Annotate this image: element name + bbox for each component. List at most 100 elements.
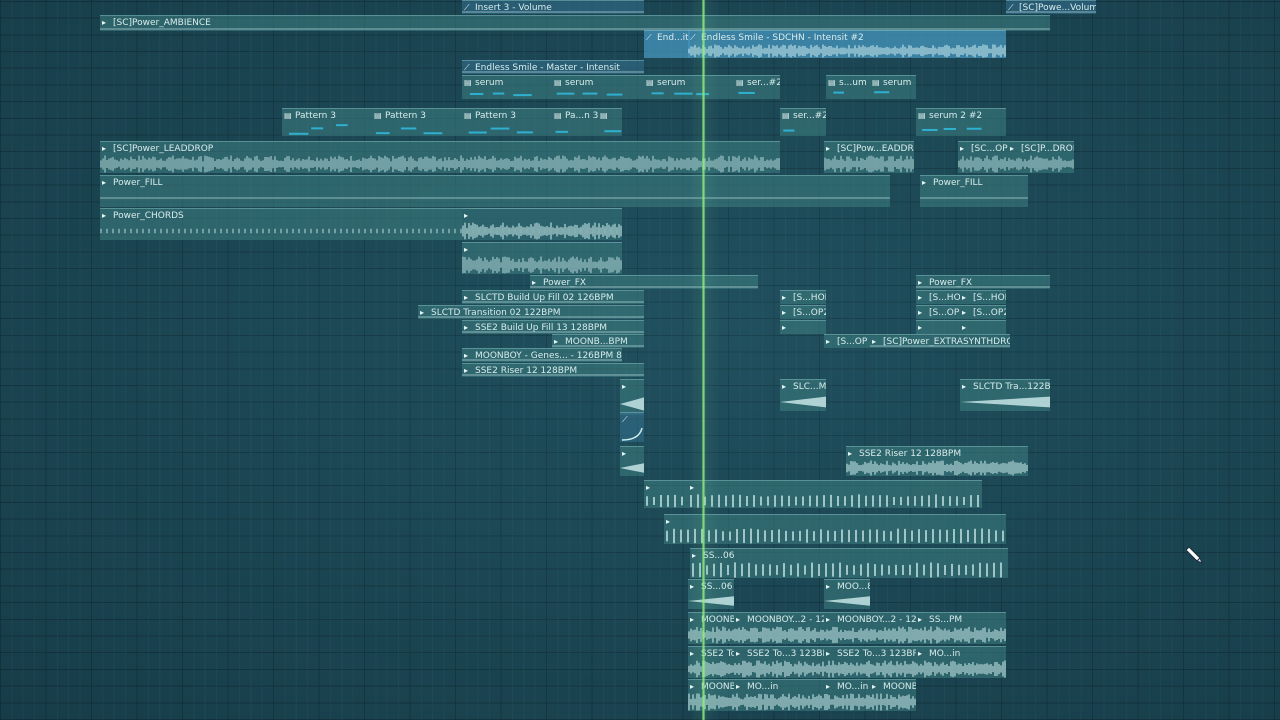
playlist-clip[interactable]: ▸ MO...in (824, 679, 870, 711)
clip-name: SLC...M (793, 382, 826, 392)
pattern-clip-icon: ▤ (828, 78, 836, 87)
playlist-clip[interactable]: ⟋ Endless Smile - Master - Intensit (462, 60, 644, 74)
playlist-clip[interactable]: ⟋Endless Smile - SDCHN - Intensit #2 (688, 30, 1006, 58)
playlist-clip[interactable]: ▸ (620, 446, 644, 476)
clip-name: MO...in (837, 682, 869, 692)
playlist-clip[interactable]: ▸ MO...in (734, 679, 824, 711)
playlist-clip[interactable]: ▸ MOO...8 (824, 579, 870, 609)
audio-clip-icon: ▸ (782, 323, 787, 332)
clip-waveform (734, 693, 824, 711)
playlist-clip[interactable]: ▸ [S...HOP (960, 290, 1006, 304)
clip-waveform (738, 91, 755, 94)
clip-waveform (870, 693, 916, 711)
audio-clip-icon: ▸ (872, 682, 877, 691)
playlist-clip[interactable]: ▸ [S...OP2 (780, 305, 826, 319)
audio-clip-icon: ▸ (102, 144, 107, 153)
playlist-clip[interactable]: ▤ serum (870, 75, 916, 99)
playlist-clip[interactable]: ▸ SLC...M (780, 379, 826, 411)
playlist-clip[interactable]: ▤ ser...#2 (780, 108, 826, 136)
clip-name: [SC]Power_LEADDROP (113, 144, 214, 154)
playlist-clip[interactable]: ▸ (780, 320, 826, 334)
playlist-clip[interactable]: ▸ SSE2 Riser 12 128BPM (462, 363, 644, 377)
pattern-clip-icon: ▤ (464, 78, 472, 87)
clip-label: ▸ Power_FILL (922, 176, 983, 190)
pattern-clip-icon: ▤ (918, 111, 926, 120)
playlist-clip[interactable]: ▸ Power_FILL (100, 175, 890, 207)
playlist-clip[interactable]: ▸ [SC]Power_LEADDROP (100, 141, 780, 173)
clip-waveform (922, 127, 982, 131)
clip-waveform (688, 44, 1006, 58)
playlist-clip[interactable]: ▸ Power_FX (530, 275, 758, 289)
playlist-clip[interactable]: ▤ serum (462, 75, 552, 99)
playlist-clip[interactable]: ▸ [SC]Power_AMBIENCE (100, 15, 1050, 31)
playlist-clip[interactable]: ▤ serum (552, 75, 644, 99)
playlist-clip[interactable]: ▤ (598, 108, 622, 136)
clip-label: ▸ (622, 447, 633, 461)
playhead[interactable] (702, 0, 705, 720)
clip-label: ▸ Power_FILL (102, 176, 163, 190)
playlist-clip[interactable]: ▸ [S...OP2 (960, 305, 1006, 319)
playlist-clip[interactable]: ▸ MOONBO...M G#Min (870, 679, 916, 711)
playlist-clip[interactable]: ▸ (916, 320, 960, 334)
playlist-clip[interactable]: ▸ MOONBOY...2 - 128 (734, 612, 824, 644)
playlist-clip[interactable]: ⟋ [SC]Powe...Volume (1006, 0, 1096, 14)
playlist-clip[interactable]: ▤ Pa...n 3 (552, 108, 598, 136)
playlist-clip[interactable]: ▸ SSE2 To...3 123BPM (824, 646, 916, 678)
playlist-clip[interactable]: ▸ (620, 379, 644, 415)
playlist-clip[interactable]: ▸ SSE2 To...3 123BPM (734, 646, 824, 678)
playlist-clip[interactable]: ▸ SLCTD Build Up Fill 02 126BPM (462, 290, 644, 304)
playlist-clip[interactable]: ⟋ End...it (644, 30, 690, 58)
audio-clip-icon: ▸ (736, 649, 741, 658)
clip-waveform (960, 396, 1050, 408)
playlist-clip[interactable]: ▸ [SC]Pow...EADDROP (824, 141, 914, 173)
playlist-clip[interactable]: ▤ Pattern 3 (372, 108, 462, 136)
playlist-clip[interactable]: ▸ [S...OP (824, 334, 870, 348)
clip-label: ▸ [S...HOP (782, 291, 826, 304)
clip-name: MOO...8 (837, 582, 870, 592)
clip-waveform (462, 71, 644, 73)
playlist-clip[interactable]: ▸ [SC]Power_EXTRASYNTHDROP (870, 334, 1010, 348)
playlist-clip[interactable]: ▸ MOONBOY...2 - 128 (824, 612, 916, 644)
playlist-clip[interactable]: ▤ serum 2 #2 (916, 108, 1006, 136)
playlist-clip[interactable]: ▸ (688, 480, 982, 508)
playlist-clip[interactable]: ▸ SS...PM (916, 612, 1006, 644)
playlist-clip[interactable]: ▤ Pattern 3 (282, 108, 372, 136)
playlist-clip[interactable]: ▤ Pattern 3 (462, 108, 552, 136)
clip-label: ▤ serum (646, 76, 685, 90)
playlist-clip[interactable]: ▤ s...um (826, 75, 870, 99)
playlist-clip[interactable]: ⟋ Insert 3 - Volume (462, 0, 644, 14)
playlist-clip[interactable]: ▸ Power_FX (916, 275, 1050, 289)
clip-label: ⟋ (622, 413, 633, 427)
audio-clip-icon: ▸ (826, 682, 831, 691)
playlist-clip[interactable]: ▸ MOONBOY - Genes... - 126BPM 8Bar (462, 348, 622, 362)
playlist-clip[interactable]: ⟋ (620, 412, 644, 442)
playlist-clip[interactable]: ▸ (462, 208, 622, 240)
playlist-clip[interactable]: ▸SS...06 (690, 548, 1008, 578)
audio-clip-icon: ▸ (918, 615, 923, 624)
clip-label: ▸ SSE2 To...3 123BPM (826, 647, 916, 661)
playlist-clip[interactable]: ▸ (644, 480, 688, 508)
clip-label: ▸ MOONBOY...2 - 128 (826, 613, 916, 627)
playlist-clip[interactable]: ▤ ser...#2 (734, 75, 780, 99)
playlist-clip[interactable]: ▸ [S...HOP (916, 290, 960, 304)
playlist-clip[interactable]: ▸ Power_FILL (920, 175, 1028, 207)
playlist-clip[interactable]: ▸ [SC...OP (958, 141, 1008, 173)
playlist-clip[interactable]: ▸ [S...OP2 (916, 305, 960, 319)
playlist-clip[interactable]: ▸ SSE2 Build Up Fill 13 128BPM (462, 320, 644, 334)
playlist-clip[interactable]: ▸ SLCTD Transition 02 122BPM (418, 305, 644, 319)
playlist-clip[interactable]: ▸ MOONB...BPM (552, 334, 644, 348)
playlist-clip[interactable]: ▸ MO...in (916, 646, 1006, 678)
clip-label: ▤ serum (554, 76, 593, 90)
audio-clip-icon: ▸ (922, 178, 927, 187)
clip-waveform (462, 256, 622, 274)
playlist-clip[interactable]: ▸ [S...HOP (780, 290, 826, 304)
playlist-clip[interactable]: ▸ (462, 242, 622, 274)
playlist-clip[interactable]: ▸ SSE2 Riser 12 128BPM (846, 446, 1028, 476)
clip-name: MOONBO...M G#Min (883, 682, 916, 692)
playlist-clip[interactable]: ▤ serum (644, 75, 734, 99)
clip-name: Power_FILL (933, 178, 983, 188)
playlist-clip[interactable]: ▸ SLCTD Tra...122BPM (960, 379, 1050, 411)
playlist-clip[interactable]: ▸ (960, 320, 1006, 334)
playlist-clip[interactable]: ▸ [SC]P...DROP (1008, 141, 1074, 173)
clip-waveform (651, 92, 710, 96)
